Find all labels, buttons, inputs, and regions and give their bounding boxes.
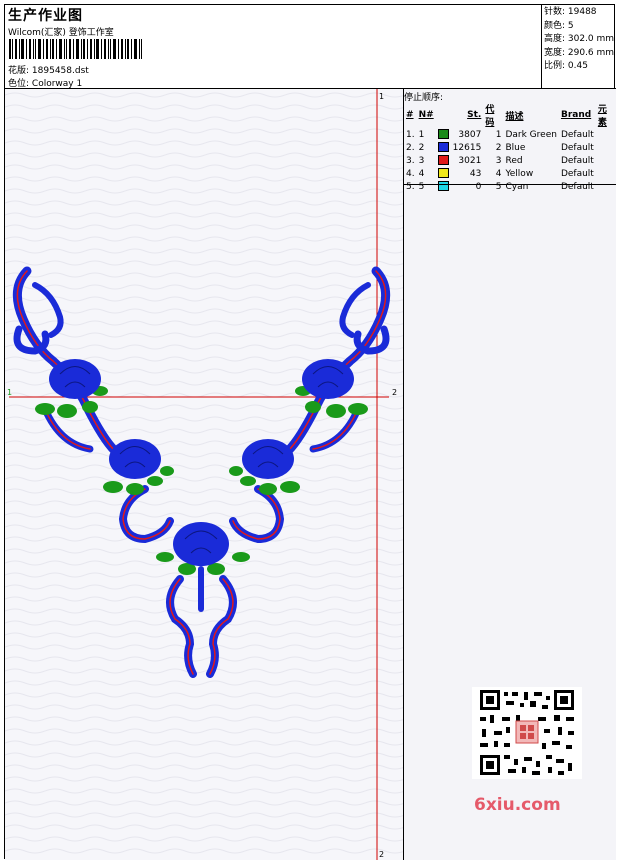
design-width: 宽度: 290.6 mm (544, 47, 615, 58)
col-code: 代码 (485, 105, 495, 128)
row-brand: Default (560, 181, 594, 192)
row-description: Red (505, 155, 523, 166)
row-brand: Default (560, 168, 594, 179)
barcode (9, 39, 142, 59)
guide-label-left: 1 (7, 388, 12, 397)
row-code: 3 (495, 155, 502, 166)
row-element (596, 141, 616, 154)
row-element (596, 154, 616, 167)
row-stitches: 3807 (458, 129, 482, 140)
col-brand: Brand (560, 110, 592, 120)
col-description: 描述 (505, 111, 524, 122)
table-header-row: # N# St. 代码 描述 Brand 元素 (404, 102, 616, 128)
row-element (596, 167, 616, 180)
colorway-line: 色位: Colorway 1 (8, 76, 82, 89)
color-swatch (437, 142, 449, 153)
col-number: N# (418, 110, 434, 120)
row-code: 1 (495, 129, 502, 140)
studio-name: Wilcom(汇家) 登饰工作室 (8, 28, 114, 38)
color-swatch (437, 181, 449, 192)
row-stitches: 43 (469, 168, 482, 179)
row-swatch (436, 180, 451, 193)
row-index: 3. (406, 155, 415, 166)
design-scale: 比例: 0.45 (544, 61, 588, 71)
row-description: Dark Green (505, 129, 557, 140)
guide-label-top: 1 (379, 92, 384, 101)
stitch-count: 针数: 19488 (544, 7, 597, 17)
row-swatch (436, 167, 451, 180)
row-stitches: 0 (475, 181, 482, 192)
guide-label-right: 2 (392, 388, 397, 397)
row-description: Yellow (505, 168, 534, 179)
row-brand: Default (560, 155, 594, 166)
color-count: 颜色: 5 (544, 20, 574, 31)
table-row: 2. 2 12615 2 Blue Default (404, 141, 616, 154)
colorway-value: Colorway 1 (31, 79, 83, 89)
row-element (596, 180, 616, 193)
row-brand: Default (560, 129, 594, 140)
row-index: 1. (406, 129, 415, 140)
table-row: 1. 1 3807 1 Dark Green Default (404, 128, 616, 141)
table-row: 3. 3 3021 3 Red Default (404, 154, 616, 167)
row-number: 5 (418, 181, 425, 192)
row-index: 4. (406, 168, 415, 179)
guide-label-bottom: 2 (379, 850, 384, 859)
color-swatch (437, 155, 449, 166)
row-element (596, 128, 616, 141)
row-number: 2 (418, 142, 425, 153)
row-index: 2. (406, 142, 415, 153)
row-code: 4 (495, 168, 502, 179)
sheet-header: 生产作业图 Wilcom(汇家) 登饰工作室 花版: 1895458.dst 色… (5, 5, 542, 89)
stop-sequence-panel: 停止顺序: # N# St. 代码 描述 Brand 元素 1. 1 3807 1 Da… (404, 89, 616, 860)
row-number: 3 (418, 155, 425, 166)
color-swatch (437, 129, 449, 140)
row-swatch (436, 154, 451, 167)
col-element: 元素 (597, 105, 607, 128)
col-swatch (436, 102, 451, 128)
col-index: # (406, 110, 414, 120)
embroidery-design: 1 2 1 2 (5, 89, 403, 860)
row-number: 1 (418, 129, 425, 140)
production-sheet: 生产作业图 Wilcom(汇家) 登饰工作室 花版: 1895458.dst 色… (4, 4, 616, 860)
design-file-line: 花版: 1895458.dst (8, 63, 89, 76)
row-index: 5. (406, 181, 415, 192)
color-swatch (437, 168, 449, 179)
qr-code (472, 687, 582, 779)
row-brand: Default (560, 142, 594, 153)
row-code: 5 (495, 181, 502, 192)
col-stitches: St. (467, 110, 482, 120)
design-canvas: 1 2 1 2 (5, 89, 404, 860)
colorway-label: 色位: (8, 79, 30, 89)
design-label: 花版: (8, 66, 30, 76)
row-description: Cyan (505, 181, 529, 192)
stats-panel: 针数: 19488 颜色: 5 高度: 302.0 mm 宽度: 290.6 m… (542, 5, 616, 89)
row-code: 2 (495, 142, 502, 153)
row-swatch (436, 141, 451, 154)
sheet-title: 生产作业图 (8, 8, 83, 24)
design-height: 高度: 302.0 mm (544, 34, 615, 44)
design-file: 1895458.dst (31, 66, 89, 76)
row-number: 4 (418, 168, 425, 179)
row-description: Blue (505, 142, 526, 153)
row-swatch (436, 128, 451, 141)
table-row: 4. 4 43 4 Yellow Default (404, 167, 616, 180)
panel-divider (404, 184, 616, 185)
table-row: 5. 5 0 5 Cyan Default (404, 180, 616, 193)
row-stitches: 3021 (458, 155, 482, 166)
watermark-logo: 6xiu.com (474, 795, 561, 815)
row-stitches: 12615 (452, 142, 482, 153)
color-sequence-table: # N# St. 代码 描述 Brand 元素 1. 1 3807 1 Dark Gre… (404, 102, 616, 193)
